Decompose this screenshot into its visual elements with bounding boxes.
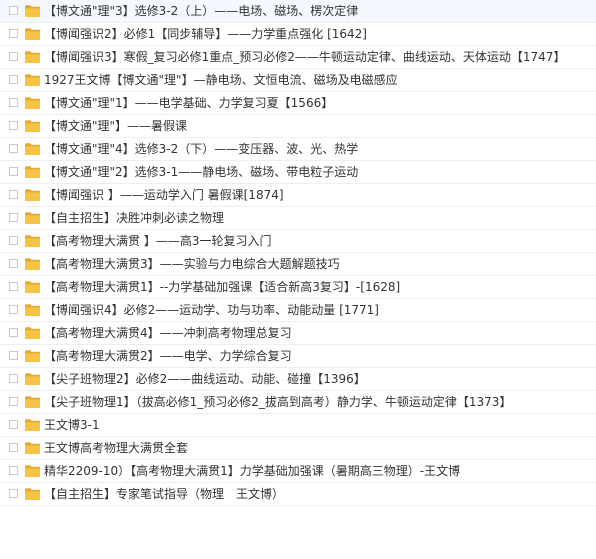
select-checkbox[interactable] [9, 98, 18, 107]
folder-list: 【博文通"理"3】选修3-2（上）——电场、磁场、楞次定律 【博闻强识2】必修1… [0, 0, 596, 559]
select-checkbox[interactable] [9, 29, 18, 38]
folder-icon [25, 488, 40, 500]
select-checkbox[interactable] [9, 305, 18, 314]
folder-icon [25, 235, 40, 247]
folder-name[interactable]: 【博文通"理"3】选修3-2（上）——电场、磁场、楞次定律 [44, 0, 358, 23]
folder-icon [25, 166, 40, 178]
select-checkbox[interactable] [9, 351, 18, 360]
select-checkbox[interactable] [9, 167, 18, 176]
folder-icon [25, 28, 40, 40]
folder-icon [25, 281, 40, 293]
list-item[interactable]: 【博文通"理"】——暑假课 [0, 115, 596, 138]
folder-icon [25, 304, 40, 316]
list-item[interactable]: 【博闻强识 】——运动学入门 暑假课[1874] [0, 184, 596, 207]
folder-name[interactable]: 精华2209-10）【高考物理大满贯1】力学基础加强课（暑期高三物理）-王文博 [44, 460, 460, 483]
list-item[interactable]: 【高考物理大满贯 】——高3一轮复习入门 [0, 230, 596, 253]
folder-name[interactable]: 【尖子班物理1】（拔高必修1_预习必修2_拔高到高考）静力学、牛顿运动定律【13… [44, 391, 511, 414]
list-item[interactable]: 【高考物理大满贯4】——冲刺高考物理总复习 [0, 322, 596, 345]
folder-icon [25, 465, 40, 477]
select-checkbox[interactable] [9, 420, 18, 429]
folder-icon [25, 442, 40, 454]
folder-icon [25, 74, 40, 86]
list-item[interactable]: 【自主招生】决胜冲刺必读之物理 [0, 207, 596, 230]
folder-icon [25, 350, 40, 362]
select-checkbox[interactable] [9, 75, 18, 84]
folder-name[interactable]: 【高考物理大满贯2】——电学、力学综合复习 [44, 345, 292, 368]
list-item[interactable]: 【自主招生】专家笔试指导（物理 王文博） [0, 483, 596, 506]
folder-icon [25, 51, 40, 63]
list-item[interactable]: 【高考物理大满贯3】——实验与力电综合大题解题技巧 [0, 253, 596, 276]
folder-icon [25, 373, 40, 385]
list-item[interactable]: 【博文通"理"2】选修3-1——静电场、磁场、带电粒子运动 [0, 161, 596, 184]
folder-name[interactable]: 王文博高考物理大满贯全套 [44, 437, 188, 460]
folder-name[interactable]: 【高考物理大满贯3】——实验与力电综合大题解题技巧 [44, 253, 340, 276]
folder-name[interactable]: 【博文通"理"1】——电学基础、力学复习夏【1566】 [44, 92, 333, 115]
list-item[interactable]: 【高考物理大满贯2】——电学、力学综合复习 [0, 345, 596, 368]
list-item[interactable]: 【尖子班物理2】必修2——曲线运动、动能、碰撞【1396】 [0, 368, 596, 391]
list-item[interactable]: 王文博3-1 [0, 414, 596, 437]
folder-icon [25, 212, 40, 224]
folder-name[interactable]: 【博闻强识 】——运动学入门 暑假课[1874] [44, 184, 284, 207]
folder-icon [25, 189, 40, 201]
list-item[interactable]: 1927王文博【博文通"理"】—静电场、文恒电流、磁场及电磁感应 [0, 69, 596, 92]
folder-name[interactable]: 1927王文博【博文通"理"】—静电场、文恒电流、磁场及电磁感应 [44, 69, 398, 92]
select-checkbox[interactable] [9, 397, 18, 406]
select-checkbox[interactable] [9, 328, 18, 337]
folder-icon [25, 97, 40, 109]
folder-name[interactable]: 【博文通"理"】——暑假课 [44, 115, 187, 138]
folder-name[interactable]: 王文博3-1 [44, 414, 100, 437]
list-item[interactable]: 【博闻强识3】寒假_复习必修1重点_预习必修2——牛顿运动定律、曲线运动、天体运… [0, 46, 596, 69]
folder-name[interactable]: 【博闻强识3】寒假_复习必修1重点_预习必修2——牛顿运动定律、曲线运动、天体运… [44, 46, 565, 69]
select-checkbox[interactable] [9, 466, 18, 475]
select-checkbox[interactable] [9, 489, 18, 498]
select-checkbox[interactable] [9, 144, 18, 153]
list-item[interactable]: 【博文通"理"3】选修3-2（上）——电场、磁场、楞次定律 [0, 0, 596, 23]
select-checkbox[interactable] [9, 6, 18, 15]
list-item[interactable]: 【博闻强识2】必修1【同步辅导】——力学重点强化 [1642] [0, 23, 596, 46]
folder-icon [25, 258, 40, 270]
select-checkbox[interactable] [9, 236, 18, 245]
folder-name[interactable]: 【自主招生】专家笔试指导（物理 王文博） [44, 483, 284, 506]
folder-name[interactable]: 【高考物理大满贯4】——冲刺高考物理总复习 [44, 322, 292, 345]
list-item[interactable]: 王文博高考物理大满贯全套 [0, 437, 596, 460]
list-item[interactable]: 【博文通"理"1】——电学基础、力学复习夏【1566】 [0, 92, 596, 115]
folder-name[interactable]: 【尖子班物理2】必修2——曲线运动、动能、碰撞【1396】 [44, 368, 366, 391]
folder-name[interactable]: 【博闻强识4】必修2——运动学、功与功率、动能动量 [1771] [44, 299, 379, 322]
select-checkbox[interactable] [9, 121, 18, 130]
select-checkbox[interactable] [9, 374, 18, 383]
list-item[interactable]: 【高考物理大满贯1】--力学基础加强课【适合新高3复习】-[1628] [0, 276, 596, 299]
folder-icon [25, 396, 40, 408]
folder-name[interactable]: 【博文通"理"4】选修3-2（下）——变压器、波、光、热学 [44, 138, 358, 161]
list-item[interactable]: 精华2209-10）【高考物理大满贯1】力学基础加强课（暑期高三物理）-王文博 [0, 460, 596, 483]
folder-name[interactable]: 【博闻强识2】必修1【同步辅导】——力学重点强化 [1642] [44, 23, 367, 46]
folder-icon [25, 5, 40, 17]
list-item[interactable]: 【博闻强识4】必修2——运动学、功与功率、动能动量 [1771] [0, 299, 596, 322]
select-checkbox[interactable] [9, 190, 18, 199]
folder-name[interactable]: 【博文通"理"2】选修3-1——静电场、磁场、带电粒子运动 [44, 161, 358, 184]
folder-icon [25, 120, 40, 132]
folder-name[interactable]: 【高考物理大满贯 】——高3一轮复习入门 [44, 230, 271, 253]
folder-icon [25, 327, 40, 339]
list-item[interactable]: 【尖子班物理1】（拔高必修1_预习必修2_拔高到高考）静力学、牛顿运动定律【13… [0, 391, 596, 414]
select-checkbox[interactable] [9, 282, 18, 291]
select-checkbox[interactable] [9, 213, 18, 222]
select-checkbox[interactable] [9, 52, 18, 61]
folder-icon [25, 419, 40, 431]
list-item[interactable]: 【博文通"理"4】选修3-2（下）——变压器、波、光、热学 [0, 138, 596, 161]
folder-name[interactable]: 【高考物理大满贯1】--力学基础加强课【适合新高3复习】-[1628] [44, 276, 400, 299]
folder-name[interactable]: 【自主招生】决胜冲刺必读之物理 [44, 207, 224, 230]
select-checkbox[interactable] [9, 443, 18, 452]
folder-icon [25, 143, 40, 155]
select-checkbox[interactable] [9, 259, 18, 268]
